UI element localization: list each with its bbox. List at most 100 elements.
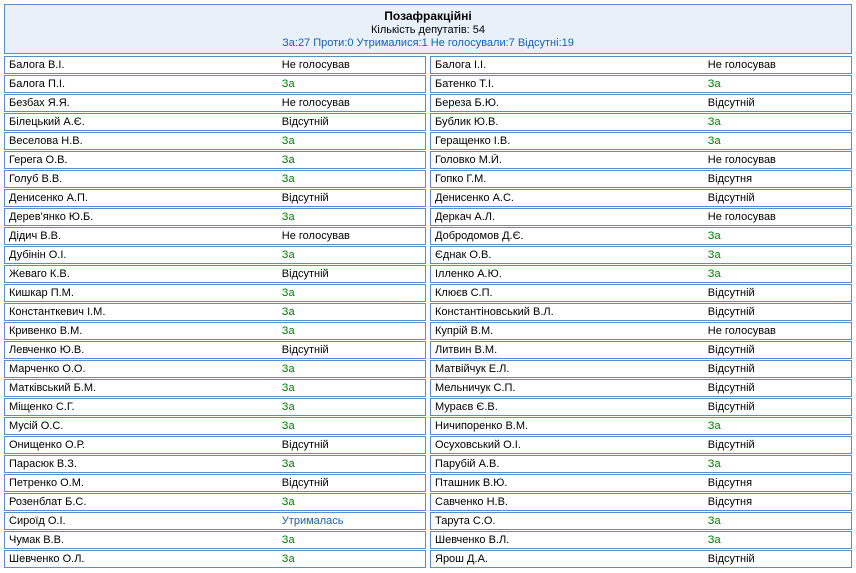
deputy-name: Пташник В.Ю. [431, 477, 704, 489]
vote-row: Марченко О.О.За [4, 360, 426, 378]
vote-row: Веселова Н.В.За [4, 132, 426, 150]
vote-value: Відсутній [704, 439, 851, 451]
vote-value: Відсутній [704, 382, 851, 394]
vote-value: Відсутній [278, 192, 425, 204]
vote-value: За [704, 515, 851, 527]
vote-value: За [704, 78, 851, 90]
vote-row: Шевченко О.Л.За [4, 550, 426, 568]
vote-row: Левченко Ю.В.Відсутній [4, 341, 426, 359]
deputy-name: Мураєв Є.В. [431, 401, 704, 413]
vote-row: Балога П.І.За [4, 75, 426, 93]
deputy-name: Розенблат Б.С. [5, 496, 278, 508]
vote-value: Відсутній [278, 268, 425, 280]
vote-value: За [278, 135, 425, 147]
deputy-name: Мельничук С.П. [431, 382, 704, 394]
deputy-name: Шевченко В.Л. [431, 534, 704, 546]
deputy-name: Мусій О.С. [5, 420, 278, 432]
vote-value: Не голосував [704, 154, 851, 166]
vote-value: Відсутній [704, 97, 851, 109]
vote-row: Герега О.В.За [4, 151, 426, 169]
vote-value: За [278, 496, 425, 508]
deputy-name: Марченко О.О. [5, 363, 278, 375]
vote-row: Безбах Я.Я.Не голосував [4, 94, 426, 112]
vote-value: За [278, 325, 425, 337]
vote-row: Жеваго К.В.Відсутній [4, 265, 426, 283]
deputy-name: Герега О.В. [5, 154, 278, 166]
vote-value: Відсутній [704, 344, 851, 356]
deputy-name: Дубінін О.І. [5, 249, 278, 261]
vote-row: Матвійчук Е.Л.Відсутній [430, 360, 852, 378]
vote-value: За [278, 420, 425, 432]
vote-value: За [278, 458, 425, 470]
vote-row: Литвин В.М.Відсутній [430, 341, 852, 359]
vote-table: Балога В.І.Не голосувавБалога П.І.ЗаБезб… [4, 56, 852, 569]
deputy-name: Матківський Б.М. [5, 382, 278, 394]
vote-value: За [704, 420, 851, 432]
vote-value: Не голосував [704, 211, 851, 223]
vote-value: За [704, 249, 851, 261]
deputy-count: Кількість депутатів: 54 [5, 24, 851, 36]
vote-row: Парубій А.В.За [430, 455, 852, 473]
vote-row: Осуховський О.І.Відсутній [430, 436, 852, 454]
deputy-name: Осуховський О.І. [431, 439, 704, 451]
deputy-name: Ничипоренко В.М. [431, 420, 704, 432]
deputy-name: Парасюк В.З. [5, 458, 278, 470]
deputy-name: Голуб В.В. [5, 173, 278, 185]
vote-row: Тарута С.О.За [430, 512, 852, 530]
vote-value: За [704, 458, 851, 470]
vote-row: Дубінін О.І.За [4, 246, 426, 264]
vote-row: Розенблат Б.С.За [4, 493, 426, 511]
vote-value: За [704, 534, 851, 546]
vote-value: Не голосував [278, 97, 425, 109]
vote-value: Відсутній [278, 439, 425, 451]
deputy-name: Гопко Г.М. [431, 173, 704, 185]
vote-row: Білецький А.Є.Відсутній [4, 113, 426, 131]
vote-row: Міщенко С.Г.За [4, 398, 426, 416]
vote-row: Шевченко В.Л.За [430, 531, 852, 549]
deputy-name: Петренко О.М. [5, 477, 278, 489]
deputy-name: Литвин В.М. [431, 344, 704, 356]
deputy-name: Денисенко А.С. [431, 192, 704, 204]
vote-value: За [278, 287, 425, 299]
deputy-name: Веселова Н.В. [5, 135, 278, 147]
vote-row: Береза Б.Ю.Відсутній [430, 94, 852, 112]
deputy-name: Парубій А.В. [431, 458, 704, 470]
deputy-name: Ярош Д.А. [431, 553, 704, 565]
deputy-name: Дідич В.В. [5, 230, 278, 242]
deputy-name: Денисенко А.П. [5, 192, 278, 204]
vote-row: Матківський Б.М.За [4, 379, 426, 397]
deputy-name: Кишкар П.М. [5, 287, 278, 299]
deputy-name: Левченко Ю.В. [5, 344, 278, 356]
vote-row: Ярош Д.А.Відсутній [430, 550, 852, 568]
deputy-name: Деркач А.Л. [431, 211, 704, 223]
vote-row: Єднак О.В.За [430, 246, 852, 264]
deputy-name: Матвійчук Е.Л. [431, 363, 704, 375]
deputy-name: Чумак В.В. [5, 534, 278, 546]
vote-row: Бублик Ю.В.За [430, 113, 852, 131]
vote-row: Геращенко І.В.За [430, 132, 852, 150]
vote-value: За [278, 78, 425, 90]
vote-row: Ничипоренко В.М.За [430, 417, 852, 435]
vote-value: Відсутній [704, 553, 851, 565]
deputy-name: Дерев'янко Ю.Б. [5, 211, 278, 223]
vote-value: Відсутній [278, 344, 425, 356]
vote-row: Сироїд О.І.Утрималась [4, 512, 426, 530]
vote-row: Деркач А.Л.Не голосував [430, 208, 852, 226]
vote-row: Парасюк В.З.За [4, 455, 426, 473]
deputy-name: Головко М.Й. [431, 154, 704, 166]
vote-value: За [278, 211, 425, 223]
vote-value: За [704, 268, 851, 280]
vote-row: Кривенко В.М.За [4, 322, 426, 340]
deputy-name: Купрій В.М. [431, 325, 704, 337]
vote-row: Батенко Т.І.За [430, 75, 852, 93]
vote-row: Ілленко А.Ю.За [430, 265, 852, 283]
vote-row: Головко М.Й.Не голосував [430, 151, 852, 169]
vote-value: За [704, 135, 851, 147]
vote-row: Денисенко А.С.Відсутній [430, 189, 852, 207]
vote-value: За [278, 173, 425, 185]
deputy-name: Савченко Н.В. [431, 496, 704, 508]
deputy-name: Константіновський В.Л. [431, 306, 704, 318]
vote-value: Відсутній [704, 363, 851, 375]
deputy-name: Єднак О.В. [431, 249, 704, 261]
deputy-name: Безбах Я.Я. [5, 97, 278, 109]
